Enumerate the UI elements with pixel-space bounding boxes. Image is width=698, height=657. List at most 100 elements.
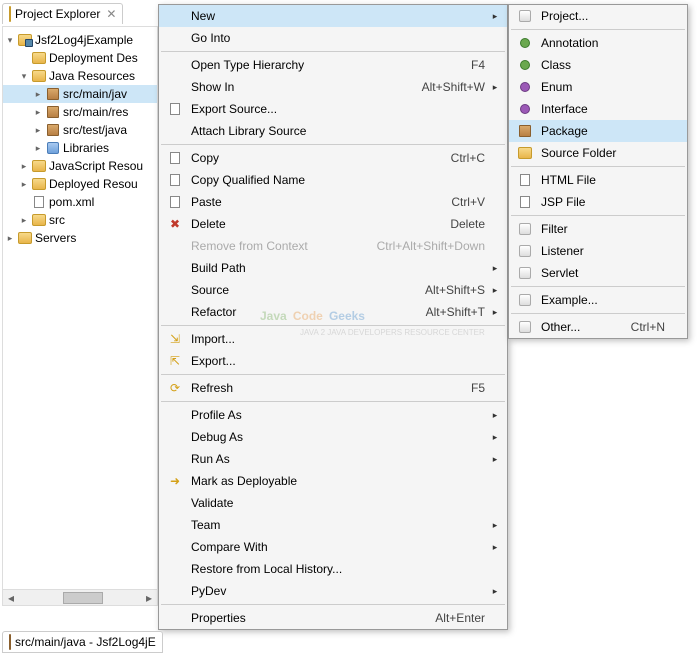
context-menu-item-refactor[interactable]: RefactorAlt+Shift+T▸ xyxy=(159,301,507,323)
menu-item-label: Interface xyxy=(535,102,665,116)
tree-item-src-main-res[interactable]: ▸src/main/res xyxy=(3,103,157,121)
tree-item-src-main-jav[interactable]: ▸src/main/jav xyxy=(3,85,157,103)
new-submenu-item-jsp-file[interactable]: JSP File xyxy=(509,191,687,213)
close-icon[interactable]: ✕ xyxy=(106,7,116,21)
twisty-icon[interactable]: ▸ xyxy=(33,125,43,136)
menu-item-label: Run As xyxy=(185,452,485,466)
twisty-icon[interactable]: ▸ xyxy=(33,143,43,154)
context-menu-item-properties[interactable]: PropertiesAlt+Enter xyxy=(159,607,507,629)
context-menu-item-paste[interactable]: PasteCtrl+V xyxy=(159,191,507,213)
new-submenu-item-project[interactable]: Project... xyxy=(509,5,687,27)
editor-tab[interactable]: src/main/java - Jsf2Log4jE xyxy=(2,631,163,653)
twisty-icon[interactable]: ▸ xyxy=(5,233,15,244)
menu-separator xyxy=(161,144,505,145)
tree-item-jsf2log4jexample[interactable]: ▾ Jsf2Log4jExample xyxy=(3,31,157,49)
context-menu-item-restore-from-local-history[interactable]: Restore from Local History... xyxy=(159,558,507,580)
menu-item-label: Refactor xyxy=(185,305,426,319)
blank-icon xyxy=(165,405,185,425)
scroll-left-icon[interactable]: ◂ xyxy=(3,590,19,606)
context-menu-item-show-in[interactable]: Show InAlt+Shift+W▸ xyxy=(159,76,507,98)
new-submenu-item-annotation[interactable]: Annotation xyxy=(509,32,687,54)
new-submenu-item-listener[interactable]: Listener xyxy=(509,240,687,262)
context-menu-item-profile-as[interactable]: Profile As▸ xyxy=(159,404,507,426)
menu-item-label: Show In xyxy=(185,80,422,94)
twisty-icon[interactable]: ▸ xyxy=(19,179,29,190)
tree-item-javascript-resou[interactable]: ▸ JavaScript Resou xyxy=(3,157,157,175)
tree-item-deployed-resou[interactable]: ▸ Deployed Resou xyxy=(3,175,157,193)
context-menu-item-attach-library-source[interactable]: Attach Library Source xyxy=(159,120,507,142)
refresh-icon: ⟳ xyxy=(165,378,185,398)
submenu-arrow-icon: ▸ xyxy=(489,586,501,597)
context-menu-item-export[interactable]: ⇱Export... xyxy=(159,350,507,372)
context-menu-item-refresh[interactable]: ⟳RefreshF5 xyxy=(159,377,507,399)
tree-item-pom-xml[interactable]: pom.xml xyxy=(3,193,157,211)
twisty-icon[interactable]: ▾ xyxy=(19,71,29,82)
red-x-icon: ✖ xyxy=(165,214,185,234)
twisty-icon[interactable]: ▾ xyxy=(5,35,15,46)
context-menu-item-mark-as-deployable[interactable]: ➜Mark as Deployable xyxy=(159,470,507,492)
menu-item-label: Copy Qualified Name xyxy=(185,173,485,187)
context-menu-item-build-path[interactable]: Build Path▸ xyxy=(159,257,507,279)
new-submenu-item-enum[interactable]: Enum xyxy=(509,76,687,98)
context-menu-item-debug-as[interactable]: Debug As▸ xyxy=(159,426,507,448)
context-menu-item-pydev[interactable]: PyDev▸ xyxy=(159,580,507,602)
menu-item-label: Source xyxy=(185,283,425,297)
menu-item-label: Import... xyxy=(185,332,485,346)
scrollbar-thumb[interactable] xyxy=(63,592,103,604)
twisty-icon[interactable]: ▸ xyxy=(19,215,29,226)
new-submenu-item-class[interactable]: Class xyxy=(509,54,687,76)
menu-item-label: Export Source... xyxy=(185,102,485,116)
context-menu-item-copy[interactable]: CopyCtrl+C xyxy=(159,147,507,169)
twisty-icon[interactable]: ▸ xyxy=(33,89,43,100)
file-icon xyxy=(165,192,185,212)
tree-item-libraries[interactable]: ▸Libraries xyxy=(3,139,157,157)
context-menu-item-copy-qualified-name[interactable]: Copy Qualified Name xyxy=(159,169,507,191)
blank-icon xyxy=(165,581,185,601)
context-menu-item-compare-with[interactable]: Compare With▸ xyxy=(159,536,507,558)
tree-item-src[interactable]: ▸src xyxy=(3,211,157,229)
new-submenu-item-html-file[interactable]: HTML File xyxy=(509,169,687,191)
context-menu-item-team[interactable]: Team▸ xyxy=(159,514,507,536)
menu-separator xyxy=(161,325,505,326)
tree-item-deployment-des[interactable]: Deployment Des xyxy=(3,49,157,67)
tree-item-label: Jsf2Log4jExample xyxy=(35,33,133,47)
green-at-icon xyxy=(515,33,535,53)
tree-item-label: pom.xml xyxy=(49,195,94,209)
menu-separator xyxy=(161,401,505,402)
scroll-right-icon[interactable]: ▸ xyxy=(141,590,157,606)
twisty-icon[interactable]: ▸ xyxy=(33,107,43,118)
tree-item-servers[interactable]: ▸Servers xyxy=(3,229,157,247)
context-menu-item-run-as[interactable]: Run As▸ xyxy=(159,448,507,470)
new-submenu-item-example[interactable]: Example... xyxy=(509,289,687,311)
submenu-arrow-icon: ▸ xyxy=(489,82,501,93)
menu-item-label: Delete xyxy=(185,217,450,231)
horizontal-scrollbar[interactable]: ◂ ▸ xyxy=(3,589,157,605)
tree-item-label: Deployed Resou xyxy=(49,177,138,191)
context-menu-item-export-source[interactable]: Export Source... xyxy=(159,98,507,120)
context-menu-item-validate[interactable]: Validate xyxy=(159,492,507,514)
tree-item-src-test-java[interactable]: ▸src/test/java xyxy=(3,121,157,139)
file-icon xyxy=(165,99,185,119)
context-menu-item-import[interactable]: ⇲Import... xyxy=(159,328,507,350)
new-submenu-item-package[interactable]: Package xyxy=(509,120,687,142)
new-submenu-item-source-folder[interactable]: Source Folder xyxy=(509,142,687,164)
project-explorer-tree[interactable]: ▾ Jsf2Log4jExample Deployment Des▾Java Res… xyxy=(2,26,158,606)
twisty-icon[interactable]: ▸ xyxy=(19,161,29,172)
new-submenu-item-filter[interactable]: Filter xyxy=(509,218,687,240)
tree-item-java-resources[interactable]: ▾Java Resources xyxy=(3,67,157,85)
menu-separator xyxy=(511,313,685,314)
file-icon xyxy=(515,192,535,212)
context-menu-item-source[interactable]: SourceAlt+Shift+S▸ xyxy=(159,279,507,301)
export-icon: ⇱ xyxy=(165,351,185,371)
context-menu-item-delete[interactable]: ✖DeleteDelete xyxy=(159,213,507,235)
view-tab-project-explorer[interactable]: Project Explorer ✕ xyxy=(2,3,123,24)
new-submenu-item-other[interactable]: Other...Ctrl+N xyxy=(509,316,687,338)
menu-item-label: Profile As xyxy=(185,408,485,422)
new-submenu-item-interface[interactable]: Interface xyxy=(509,98,687,120)
context-menu-item-open-type-hierarchy[interactable]: Open Type HierarchyF4 xyxy=(159,54,507,76)
menu-separator xyxy=(511,215,685,216)
context-menu-item-new[interactable]: New▸ xyxy=(159,5,507,27)
context-menu-item-go-into[interactable]: Go Into xyxy=(159,27,507,49)
new-submenu-item-servlet[interactable]: Servlet xyxy=(509,262,687,284)
tree-item-label: JavaScript Resou xyxy=(49,159,143,173)
